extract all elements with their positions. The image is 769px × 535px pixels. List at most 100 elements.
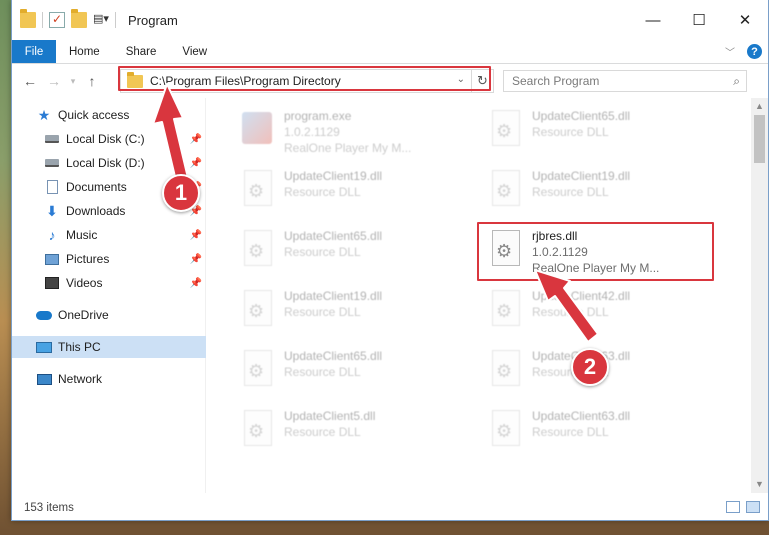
tiles-view-icon[interactable] — [746, 501, 760, 513]
file-type: Resource DLL — [284, 185, 361, 199]
dll-file-icon — [240, 350, 276, 392]
pin-icon[interactable]: 📌 — [190, 158, 202, 169]
sidebar-item-network[interactable]: Network — [12, 368, 206, 390]
details-view-icon[interactable] — [726, 501, 740, 513]
onedrive-icon — [36, 308, 52, 322]
pin-icon[interactable]: 📌 — [190, 230, 202, 241]
address-dropdown-icon[interactable]: ⌄ — [457, 74, 465, 85]
documents-icon — [44, 180, 60, 194]
file-type: Resource DLL — [284, 305, 361, 319]
file-name: UpdateClient19.dll — [532, 169, 631, 183]
expand-ribbon-icon[interactable]: ﹀ — [725, 44, 735, 59]
step-2-badge: 2 — [571, 348, 609, 386]
tab-view[interactable]: View — [169, 40, 220, 63]
file-description: RealOne Player My M... — [284, 141, 412, 155]
forward-button[interactable]: → — [42, 73, 66, 89]
refresh-icon[interactable]: ↻ — [471, 70, 493, 92]
file-tile-dll[interactable]: UpdateClient65.dll Resource DLL — [232, 344, 472, 400]
tab-share[interactable]: Share — [113, 40, 170, 63]
navigation-bar: ← → ▾ ↑ C:\Program Files\Program Directo… — [12, 64, 768, 98]
file-tile-program-exe[interactable]: program.exe 1.0.2.1129 RealOne Player My… — [232, 104, 472, 160]
pin-icon[interactable]: 📌 — [190, 254, 202, 265]
file-name: UpdateClient19.dll — [284, 169, 383, 183]
folder-icon — [127, 71, 143, 88]
file-tile-dll[interactable]: UpdateClient65.dll Resource DLL — [480, 104, 720, 160]
scroll-up-icon[interactable]: ▲ — [751, 98, 768, 115]
close-button[interactable]: ✕ — [722, 0, 768, 40]
properties-icon[interactable] — [49, 12, 65, 28]
tab-home[interactable]: Home — [56, 40, 113, 63]
file-tile-dll[interactable]: UpdateClient65.dll Resource DLL — [232, 224, 472, 280]
pin-icon[interactable]: 📌 — [190, 134, 202, 145]
sidebar-item-label: This PC — [58, 340, 101, 354]
file-name: UpdateClient65.dll — [284, 229, 383, 243]
pin-icon[interactable]: 📌 — [190, 278, 202, 289]
file-name: UpdateClient19.dll — [284, 289, 383, 303]
window-controls: — ☐ ✕ — [630, 0, 768, 40]
maximize-button[interactable]: ☐ — [676, 0, 722, 40]
file-version: 1.0.2.1129 — [284, 125, 340, 139]
dll-file-icon — [488, 410, 524, 452]
file-tile-rjbres-dll[interactable]: rjbres.dll 1.0.2.1129 RealOne Player My … — [480, 224, 720, 280]
scroll-thumb[interactable] — [754, 115, 765, 163]
back-button[interactable]: ← — [18, 73, 42, 89]
sidebar-item-quick-access[interactable]: ★ Quick access — [12, 104, 206, 126]
file-tile-dll[interactable]: UpdateClient5.dll Resource DLL — [232, 404, 472, 460]
sidebar-item-pictures[interactable]: Pictures 📌 — [12, 248, 206, 270]
sidebar-item-local-disk-c[interactable]: Local Disk (C:) 📌 — [12, 128, 206, 150]
address-path[interactable]: C:\Program Files\Program Directory — [150, 74, 341, 88]
dll-file-icon — [488, 290, 524, 332]
ribbon-tabs: File Home Share View ﹀ ? — [12, 40, 768, 64]
folder-icon — [20, 9, 36, 28]
network-icon — [36, 372, 52, 386]
dll-file-icon — [488, 110, 524, 152]
file-tile-dll[interactable]: UpdateClient19.dll Resource DLL — [232, 284, 472, 340]
sidebar-item-label: Local Disk (C:) — [66, 132, 145, 146]
drive-icon — [44, 156, 60, 170]
file-explorer-window: ▤▾ Program — ☐ ✕ File Home Share View ﹀ … — [11, 0, 769, 521]
file-tile-dll[interactable]: UpdateClient19.dll Resource DLL — [480, 164, 720, 220]
star-icon: ★ — [37, 106, 51, 123]
file-list: program.exe 1.0.2.1129 RealOne Player My… — [212, 98, 748, 493]
sidebar-item-videos[interactable]: Videos 📌 — [12, 272, 206, 294]
file-name: program.exe — [284, 109, 352, 123]
file-tile-dll[interactable]: UpdateClient63.dll Resource DLL — [480, 404, 720, 460]
file-name: UpdateClient63.dll — [532, 409, 631, 423]
file-type: Resource DLL — [532, 425, 609, 439]
file-tile-dll[interactable]: UpdateClient42.dll Resource DLL — [480, 284, 720, 340]
file-type: Resource DLL — [532, 185, 609, 199]
dll-file-icon — [240, 170, 276, 212]
customize-toolbar-icon[interactable]: ▤▾ — [93, 12, 109, 28]
sidebar-item-onedrive[interactable]: OneDrive — [12, 304, 206, 326]
recent-locations-icon[interactable]: ▾ — [66, 76, 80, 87]
file-type: Resource DLL — [284, 425, 361, 439]
up-button[interactable]: ↑ — [80, 73, 104, 89]
dll-file-icon — [488, 170, 524, 212]
minimize-button[interactable]: — — [630, 0, 676, 40]
sidebar-item-local-disk-d[interactable]: Local Disk (D:) 📌 — [12, 152, 206, 174]
search-input[interactable]: Search Program ⌕ — [503, 70, 747, 92]
file-description: RealOne Player My M... — [532, 261, 660, 275]
pictures-icon — [44, 252, 60, 266]
dll-file-icon — [240, 230, 276, 272]
file-name: UpdateClient5.dll — [284, 409, 376, 423]
scroll-down-icon[interactable]: ▼ — [751, 476, 768, 493]
new-folder-icon[interactable] — [71, 9, 87, 28]
downloads-icon: ⬇ — [46, 202, 58, 219]
sidebar-item-label: Pictures — [66, 252, 110, 266]
sidebar-item-music[interactable]: ♪ Music 📌 — [12, 224, 206, 246]
file-name: rjbres.dll — [532, 229, 578, 243]
this-pc-icon — [36, 340, 52, 354]
tab-file[interactable]: File — [12, 40, 56, 63]
sidebar-item-this-pc[interactable]: This PC — [12, 336, 206, 358]
dll-file-icon — [240, 290, 276, 332]
address-bar[interactable]: C:\Program Files\Program Directory ⌄ ↻ — [120, 69, 494, 93]
file-tile-dll[interactable]: UpdateClient19.dll Resource DLL — [232, 164, 472, 220]
file-version: 1.0.2.1129 — [532, 245, 588, 259]
vertical-scrollbar[interactable]: ▲ ▼ — [751, 98, 768, 493]
file-name: UpdateClient65.dll — [284, 349, 383, 363]
sidebar-item-label: Videos — [66, 276, 103, 290]
search-icon[interactable]: ⌕ — [733, 74, 740, 89]
help-icon[interactable]: ? — [747, 44, 762, 59]
dll-file-icon — [240, 410, 276, 452]
